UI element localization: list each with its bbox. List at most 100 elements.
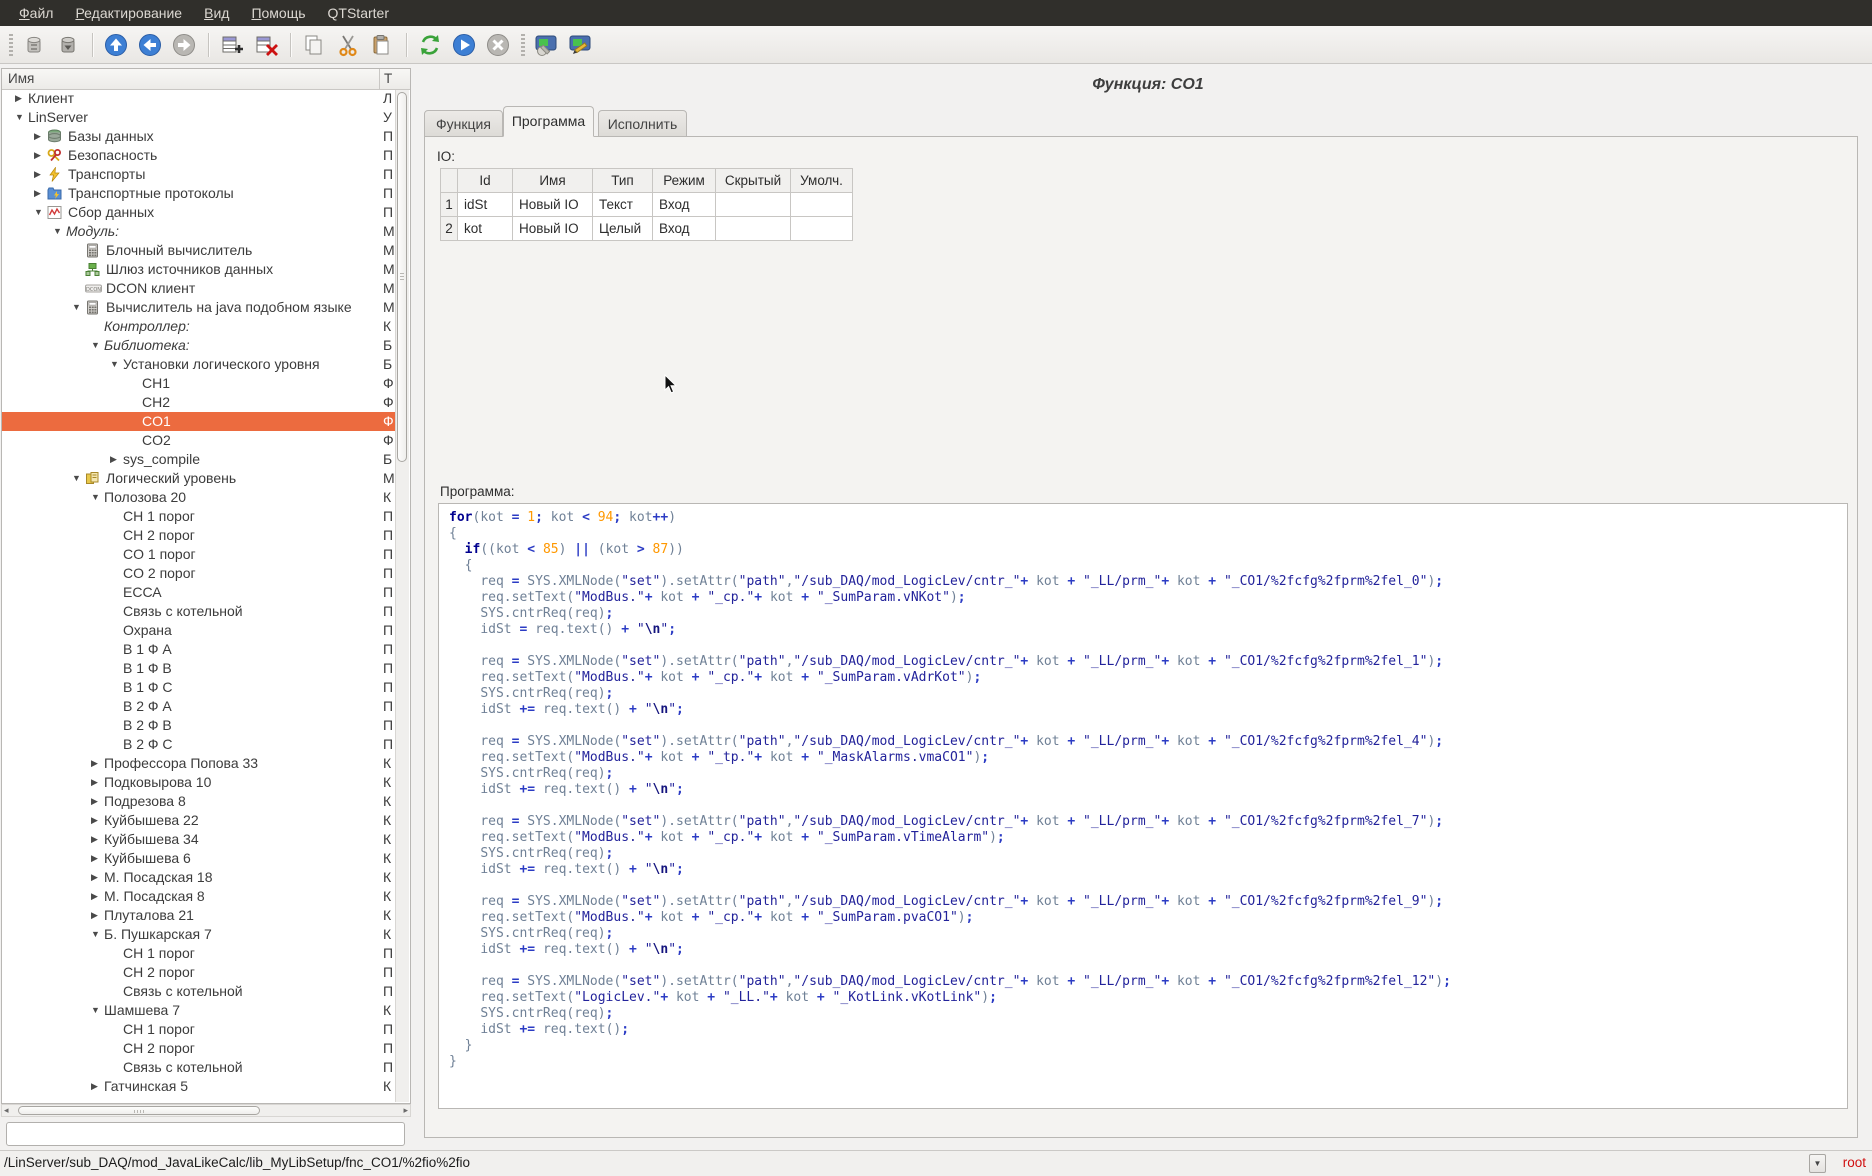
tree-item-библиотека-[interactable]: ▼Библиотека:Б (2, 336, 396, 355)
tree-item-м-посадская-18[interactable]: ▶М. Посадская 18К (2, 868, 396, 887)
tree-collapsed-icon[interactable]: ▶ (15, 89, 22, 108)
tree-item-в-2-ф-а[interactable]: В 2 Ф АП (2, 697, 396, 716)
tree-horizontal-scrollbar-thumb[interactable] (18, 1106, 260, 1115)
tree-item-установки-логического-уровня[interactable]: ▼Установки логического уровняБ (2, 355, 396, 374)
toolbar-handle[interactable] (521, 34, 525, 56)
io-cell[interactable]: idSt (458, 193, 513, 217)
tree-item-клиент[interactable]: ▶КлиентЛ (2, 89, 396, 108)
tree-item-связь-с-котельной[interactable]: Связь с котельнойП (2, 602, 396, 621)
tree-item-co-1-порог[interactable]: CO 1 порогП (2, 545, 396, 564)
tree-item-в-1-ф-в[interactable]: В 1 Ф ВП (2, 659, 396, 678)
tree-item-куйбышева-6[interactable]: ▶Куйбышева 6К (2, 849, 396, 868)
tree-collapsed-icon[interactable]: ▶ (34, 146, 41, 165)
tree-item-есса[interactable]: ЕССАП (2, 583, 396, 602)
tree-item-ch-1-порог[interactable]: CH 1 порогП (2, 944, 396, 963)
tree-collapsed-icon[interactable]: ▶ (34, 184, 41, 203)
tree-column-name[interactable]: Имя (8, 71, 34, 86)
io-cell[interactable] (716, 193, 791, 217)
tree-item-подрезова-8[interactable]: ▶Подрезова 8К (2, 792, 396, 811)
tree-item-ch2[interactable]: CH2Ф (2, 393, 396, 412)
tree-item-ch1[interactable]: CH1Ф (2, 374, 396, 393)
tree-item-вычислитель-на-java-подобном-языке[interactable]: ▼Вычислитель на java подобном языкеМ (2, 298, 396, 317)
tree-expanded-icon[interactable]: ▼ (72, 469, 81, 488)
paste-icon[interactable] (367, 29, 399, 61)
tree-item-м-посадская-8[interactable]: ▶М. Посадская 8К (2, 887, 396, 906)
tree-collapsed-icon[interactable]: ▶ (91, 792, 98, 811)
io-cell[interactable]: Текст (593, 193, 653, 217)
dev-edit-icon[interactable] (565, 29, 597, 61)
io-cell[interactable] (791, 193, 853, 217)
tree-item-в-2-ф-с[interactable]: В 2 Ф СП (2, 735, 396, 754)
load-icon[interactable] (19, 29, 51, 61)
tree-item-ch-1-порог[interactable]: CH 1 порогП (2, 507, 396, 526)
tree-item-в-1-ф-с[interactable]: В 1 Ф СП (2, 678, 396, 697)
status-dropdown-button[interactable]: ▼ (1809, 1154, 1826, 1173)
tree-item-ch-2-порог[interactable]: CH 2 порогП (2, 963, 396, 982)
tree-item-сбор-данных[interactable]: ▼Сбор данныхП (2, 203, 396, 222)
start-icon[interactable] (449, 29, 481, 61)
tab-функция[interactable]: Функция (424, 110, 503, 137)
tree-item-куйбышева-22[interactable]: ▶Куйбышева 22К (2, 811, 396, 830)
back-icon[interactable] (135, 29, 167, 61)
remove-item-icon[interactable] (251, 29, 283, 61)
tree-vertical-scrollbar-thumb[interactable] (397, 92, 407, 462)
tree-expanded-icon[interactable]: ▼ (34, 203, 43, 222)
tree-item-linserver[interactable]: ▼LinServerУ (2, 108, 396, 127)
io-cell[interactable]: Вход (653, 217, 716, 241)
dev-tools-icon[interactable] (531, 29, 563, 61)
menu-qtstarter[interactable]: QTStarter (317, 0, 400, 26)
io-cell[interactable]: Новый IO (513, 217, 593, 241)
tree-collapsed-icon[interactable]: ▶ (91, 773, 98, 792)
tree-collapsed-icon[interactable]: ▶ (91, 887, 98, 906)
tree-item-полозова-20[interactable]: ▼Полозова 20К (2, 488, 396, 507)
tree-item-в-2-ф-в[interactable]: В 2 Ф ВП (2, 716, 396, 735)
stop-icon[interactable] (483, 29, 515, 61)
tree-collapsed-icon[interactable]: ▶ (91, 1077, 98, 1096)
tree-item-плуталова-21[interactable]: ▶Плуталова 21К (2, 906, 396, 925)
copy-icon[interactable] (299, 29, 331, 61)
tree-collapsed-icon[interactable]: ▶ (91, 811, 98, 830)
tree-item-контроллер-[interactable]: Контроллер:К (2, 317, 396, 336)
tree-item-транспорты[interactable]: ▶ТранспортыП (2, 165, 396, 184)
save-icon[interactable] (53, 29, 85, 61)
io-cell[interactable]: Вход (653, 193, 716, 217)
tree-item-в-1-ф-а[interactable]: В 1 Ф АП (2, 640, 396, 659)
tree-item-co1[interactable]: CO1Ф (2, 412, 396, 431)
tree-vertical-scrollbar[interactable] (395, 90, 409, 1102)
program-code-editor[interactable]: for(kot = 1; kot < 94; kot++){ if((kot <… (438, 503, 1848, 1109)
tree-column-type[interactable]: Т (384, 71, 392, 86)
tree-collapsed-icon[interactable]: ▶ (110, 450, 117, 469)
tab-программа[interactable]: Программа (503, 106, 594, 137)
menu-редактирование[interactable]: Редактирование (64, 0, 193, 26)
tree-expanded-icon[interactable]: ▼ (15, 108, 24, 127)
tree-item-модуль-[interactable]: ▼Модуль:М (2, 222, 396, 241)
forward-icon[interactable] (169, 29, 201, 61)
tree-item-dcon-клиент[interactable]: DCONDCON клиентМ (2, 279, 396, 298)
tree-collapsed-icon[interactable]: ▶ (91, 754, 98, 773)
io-cell[interactable] (791, 217, 853, 241)
tree-expanded-icon[interactable]: ▼ (53, 222, 62, 241)
up-icon[interactable] (101, 29, 133, 61)
tree-expanded-icon[interactable]: ▼ (91, 925, 100, 944)
menu-вид[interactable]: Вид (193, 0, 240, 26)
io-cell[interactable]: kot (458, 217, 513, 241)
tree-item-ch-1-порог[interactable]: CH 1 порогП (2, 1020, 396, 1039)
tree-expanded-icon[interactable]: ▼ (72, 298, 81, 317)
tree-expanded-icon[interactable]: ▼ (110, 355, 119, 374)
tree-item-б-пушкарская-7[interactable]: ▼Б. Пушкарская 7К (2, 925, 396, 944)
io-cell[interactable]: Новый IO (513, 193, 593, 217)
tree-collapsed-icon[interactable]: ▶ (91, 868, 98, 887)
tree-filter-input[interactable] (6, 1122, 405, 1146)
tree-collapsed-icon[interactable]: ▶ (91, 830, 98, 849)
tree-item-sys_compile[interactable]: ▶sys_compileБ (2, 450, 396, 469)
io-cell[interactable]: Целый (593, 217, 653, 241)
tree-item-подковырова-10[interactable]: ▶Подковырова 10К (2, 773, 396, 792)
tree-item-куйбышева-34[interactable]: ▶Куйбышева 34К (2, 830, 396, 849)
tree-item-логический-уровень[interactable]: ▼Логический уровеньМ (2, 469, 396, 488)
tree-item-связь-с-котельной[interactable]: Связь с котельнойП (2, 1058, 396, 1077)
tree-item-ch-2-порог[interactable]: CH 2 порогП (2, 526, 396, 545)
add-item-icon[interactable] (217, 29, 249, 61)
tree-expanded-icon[interactable]: ▼ (91, 1001, 100, 1020)
tree-item-охрана[interactable]: ОхранаП (2, 621, 396, 640)
scroll-right-icon[interactable]: ▸ (403, 1104, 408, 1117)
